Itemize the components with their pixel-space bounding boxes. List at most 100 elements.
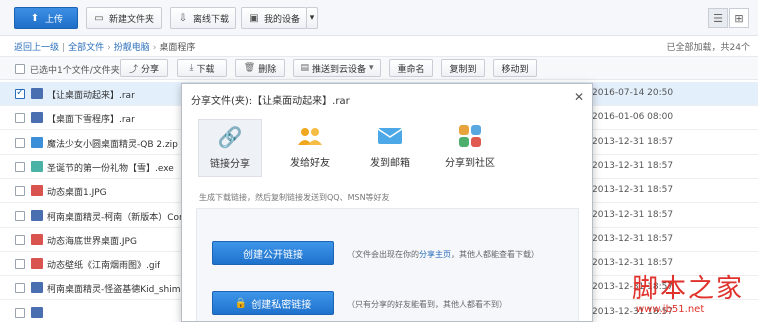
file-name[interactable]: 动态桌面1.JPG [47,185,107,198]
breadcrumb-back[interactable]: 返回上一级 [14,43,59,53]
hint-text: （文件会出现在你的 [347,250,419,259]
breadcrumb-folder[interactable]: 扮靓电脑 [114,43,150,53]
list-view-button[interactable]: ☰ [708,8,728,28]
move-to-button[interactable]: 移动到 [493,59,537,77]
trash-icon: 🗑 [243,63,256,73]
tab-share-community[interactable]: 分享到社区 [438,119,502,177]
download-button[interactable]: ⤓ 下载 [177,59,227,77]
my-device-label: 我的设备 [263,14,300,25]
file-date: 2013-12-31 18:57 [592,258,674,269]
file-name[interactable]: 柯南桌面精灵-怪盗基德Kid_shimeji.rar [47,282,187,295]
file-name[interactable]: 【让桌面动起来】.rar [47,88,135,101]
tab-link-share[interactable]: 🔗 链接分享 [198,119,262,177]
mail-icon [375,123,405,149]
watermark-url: www.jb51.net [636,304,705,315]
image-icon [31,233,43,245]
rar-icon [31,282,43,294]
file-name[interactable]: 柯南桌面精灵-柯南（新版本）Conan_s [47,210,187,223]
my-device-button[interactable]: ▣ 我的设备 [241,7,307,29]
action-bar: 已选中1个文件/文件夹 ⤴ 分享 ⤓ 下载 🗑 删除 ▤ 推送到云设备 ▾ 重命名 复制到… [0,56,758,80]
row-checkbox[interactable] [15,283,25,294]
share-homepage-link[interactable]: 分享主页 [419,250,451,259]
row-checkbox[interactable] [15,210,25,221]
row-checkbox[interactable] [15,87,25,99]
file-name[interactable]: 【桌面下雪程序】.rar [47,112,135,125]
create-public-link-label: 创建公开链接 [243,249,303,261]
file-name[interactable]: 动态海底世界桌面.JPG [47,234,137,247]
tab-label: 分享到社区 [445,158,495,169]
file-date: 2016-07-14 20:50 [592,88,674,98]
folder-plus-icon: ▭ [94,12,104,24]
image-icon [31,258,43,270]
tab-label: 发给好友 [290,158,330,169]
rename-button[interactable]: 重命名 [389,59,433,77]
file-date: 2013-12-31 18:57 [592,160,674,171]
row-checkbox[interactable] [15,186,25,197]
rar-icon [31,112,43,124]
device-icon: ▣ [249,12,259,24]
create-private-link-label: 创建私密链接 [251,299,312,311]
rar-icon [31,306,43,318]
upload-button[interactable]: ⬆ 上传 [14,7,78,29]
create-public-link-button[interactable]: 创建公开链接 [212,241,334,265]
file-date: 2013-12-31 18:57 [592,233,674,244]
upload-icon: ⬆ [30,12,40,24]
select-all-checkbox[interactable] [15,64,25,74]
file-date: 2016-01-06 08:00 [592,112,674,123]
download-icon: ⇩ [178,12,188,24]
copy-to-label: 复制到 [449,64,477,75]
lock-icon: 🔒 [234,297,248,309]
tab-label: 发到邮箱 [370,158,410,169]
watermark: 脚本之家 www.jb51.net [624,268,758,322]
friends-icon [295,123,325,149]
row-checkbox[interactable] [15,259,25,270]
new-folder-button[interactable]: ▭ 新建文件夹 [86,7,162,29]
rename-label: 重命名 [397,64,425,75]
exe-icon [31,160,43,172]
create-private-link-button[interactable]: 🔒 创建私密链接 [212,291,334,315]
chevron-down-icon: ▾ [309,13,315,23]
share-label: 分享 [141,64,160,75]
grid-view-icon: ⊞ [734,11,744,25]
link-panel: 创建公开链接 （文件会出现在你的分享主页，其他人都能查看下载） 🔒 创建私密链接… [196,208,579,321]
offline-download-label: 离线下载 [192,14,229,25]
watermark-title: 脚本之家 [632,274,745,304]
link-icon: 🔗 [217,125,243,149]
close-icon[interactable]: ✕ [574,90,584,104]
delete-button[interactable]: 🗑 删除 [235,59,285,77]
breadcrumb-current: 桌面程序 [159,43,196,53]
file-name[interactable]: 动态壁纸《江南烟雨图》.gif [47,258,160,271]
tab-send-friends[interactable]: 发给好友 [278,119,342,177]
toolbar: ⬆ 上传 ▭ 新建文件夹 ⇩ 离线下载 ▣ 我的设备 ▾ ☰ ⊞ [0,0,758,36]
offline-download-button[interactable]: ⇩ 离线下载 [170,7,236,29]
row-checkbox[interactable] [15,234,25,245]
copy-to-button[interactable]: 复制到 [441,59,485,77]
grid-view-button[interactable]: ⊞ [729,8,749,28]
hint-text: ，其他人都能查看下载） [451,250,539,259]
delete-label: 删除 [258,64,277,75]
breadcrumb-all-files[interactable]: 全部文件 [68,43,104,53]
share-button[interactable]: ⤴ 分享 [120,59,168,77]
share-icon: ⤴ [128,64,138,75]
row-checkbox[interactable] [15,307,25,318]
file-name[interactable]: 魔法少女小圆桌面精灵-QB 2.zip [47,137,178,150]
push-cloud-button[interactable]: ▤ 推送到云设备 ▾ [293,59,381,77]
row-checkbox[interactable] [15,137,25,148]
zip-icon [31,136,43,148]
share-tabs: 🔗 链接分享 发给好友 发到邮箱 分享到社区 [182,114,592,177]
share-description: 生成下载链接，然后复制链接发送到QQ、MSN等好友 [199,193,390,202]
my-device-dropdown[interactable]: ▾ [306,7,318,29]
public-link-hint: （文件会出现在你的分享主页，其他人都能查看下载） [347,249,539,260]
dialog-title: 分享文件(夹):【让桌面动起来】.rar [191,96,350,107]
file-name[interactable]: 圣诞节的第一份礼物【雪】.exe [47,161,174,174]
row-checkbox[interactable] [15,161,25,172]
row-checkbox[interactable] [15,113,25,124]
breadcrumb: 返回上一级 | 全部文件 › 扮靓电脑 › 桌面程序 [14,43,196,53]
download-label: 下载 [196,64,215,75]
file-date: 2013-12-31 18:57 [592,185,674,196]
file-date: 2013-12-31 18:57 [592,136,674,147]
private-link-hint: （只有分享的好友能看到，其他人都看不到） [347,300,507,309]
tab-send-mail[interactable]: 发到邮箱 [358,119,422,177]
upload-label: 上传 [44,14,63,25]
share-dialog: 分享文件(夹):【让桌面动起来】.rar ✕ 🔗 链接分享 发给好友 发到邮箱 … [181,83,593,322]
